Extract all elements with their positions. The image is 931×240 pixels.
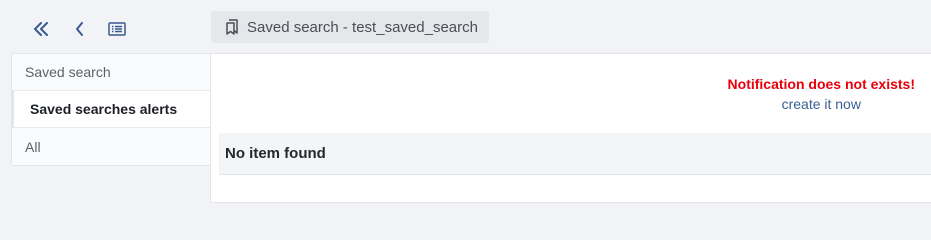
back-button[interactable] <box>67 16 93 42</box>
notification-notice: Notification does not exists! create it … <box>728 74 915 114</box>
empty-state-row: No item found <box>219 133 931 175</box>
sidebar: Saved search Saved searches alerts All <box>11 53 211 166</box>
list-view-button[interactable] <box>104 16 130 42</box>
sidebar-item-saved-searches-alerts[interactable]: Saved searches alerts <box>11 91 210 128</box>
notification-error-text: Notification does not exists! <box>727 76 915 92</box>
sidebar-item-label: Saved search <box>25 64 111 80</box>
sidebar-item-label: All <box>25 138 41 155</box>
sidebar-item-saved-search[interactable]: Saved search <box>12 54 210 91</box>
main-panel: Notification does not exists! create it … <box>210 53 931 203</box>
chevron-left-icon <box>75 22 85 36</box>
sidebar-item-all[interactable]: All <box>12 128 210 165</box>
collapse-sidebar-button[interactable] <box>28 16 54 42</box>
create-notification-link[interactable]: create it now <box>728 94 915 114</box>
breadcrumb: Saved search - test_saved_search <box>211 11 489 43</box>
list-view-icon <box>108 22 126 36</box>
sidebar-item-label: Saved searches alerts <box>30 101 178 117</box>
empty-state-message: No item found <box>225 145 326 162</box>
bookmarks-icon <box>225 19 239 35</box>
double-chevron-left-icon <box>33 22 49 36</box>
breadcrumb-label: Saved search - test_saved_search <box>247 18 478 36</box>
